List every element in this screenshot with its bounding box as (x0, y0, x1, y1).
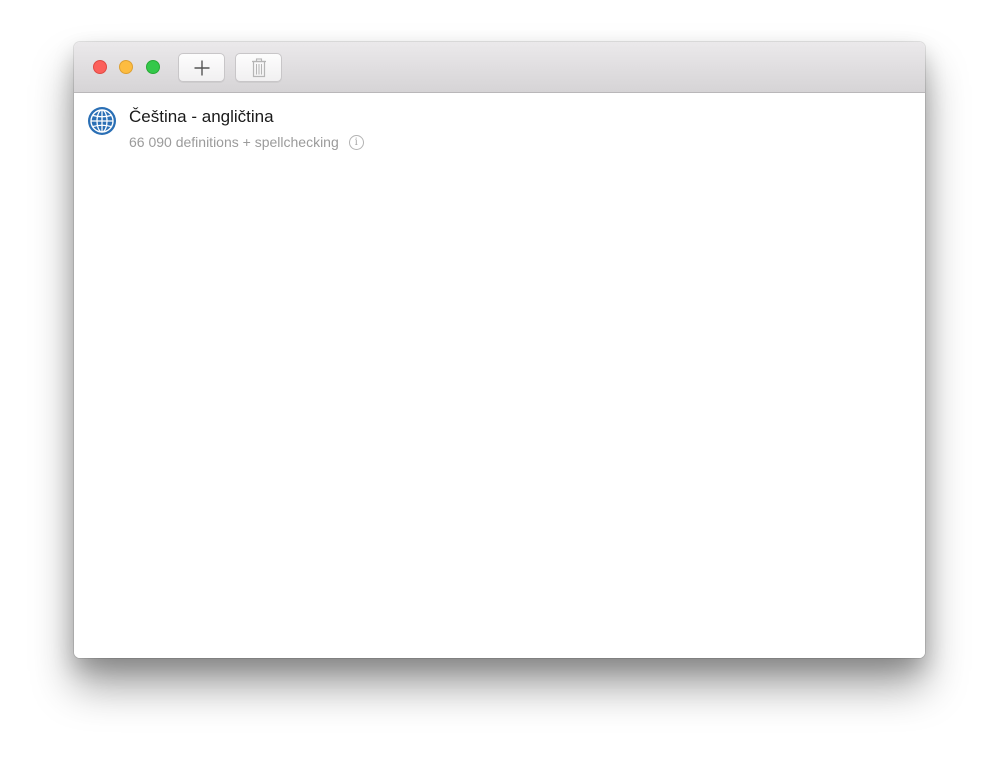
dictionary-list: Čeština - angličtina 66 090 definitions … (74, 93, 925, 658)
list-item[interactable]: Čeština - angličtina 66 090 definitions … (74, 93, 925, 159)
zoom-window-button[interactable] (146, 60, 160, 74)
dictionary-title: Čeština - angličtina (129, 107, 274, 126)
dictionary-description: 66 090 definitions + spellchecking (129, 134, 339, 150)
globe-icon (88, 107, 116, 135)
delete-dictionary-button[interactable] (235, 53, 282, 82)
minimize-window-button[interactable] (119, 60, 133, 74)
add-dictionary-button[interactable] (178, 53, 225, 82)
dictionary-window: Čeština - angličtina 66 090 definitions … (74, 42, 925, 658)
plus-icon (194, 60, 209, 75)
dictionary-subtitle: 66 090 definitions + spellchecking i (129, 134, 364, 150)
title-bar[interactable] (74, 42, 925, 93)
trash-icon (251, 57, 266, 77)
close-window-button[interactable] (93, 60, 107, 74)
info-icon[interactable]: i (348, 134, 364, 150)
